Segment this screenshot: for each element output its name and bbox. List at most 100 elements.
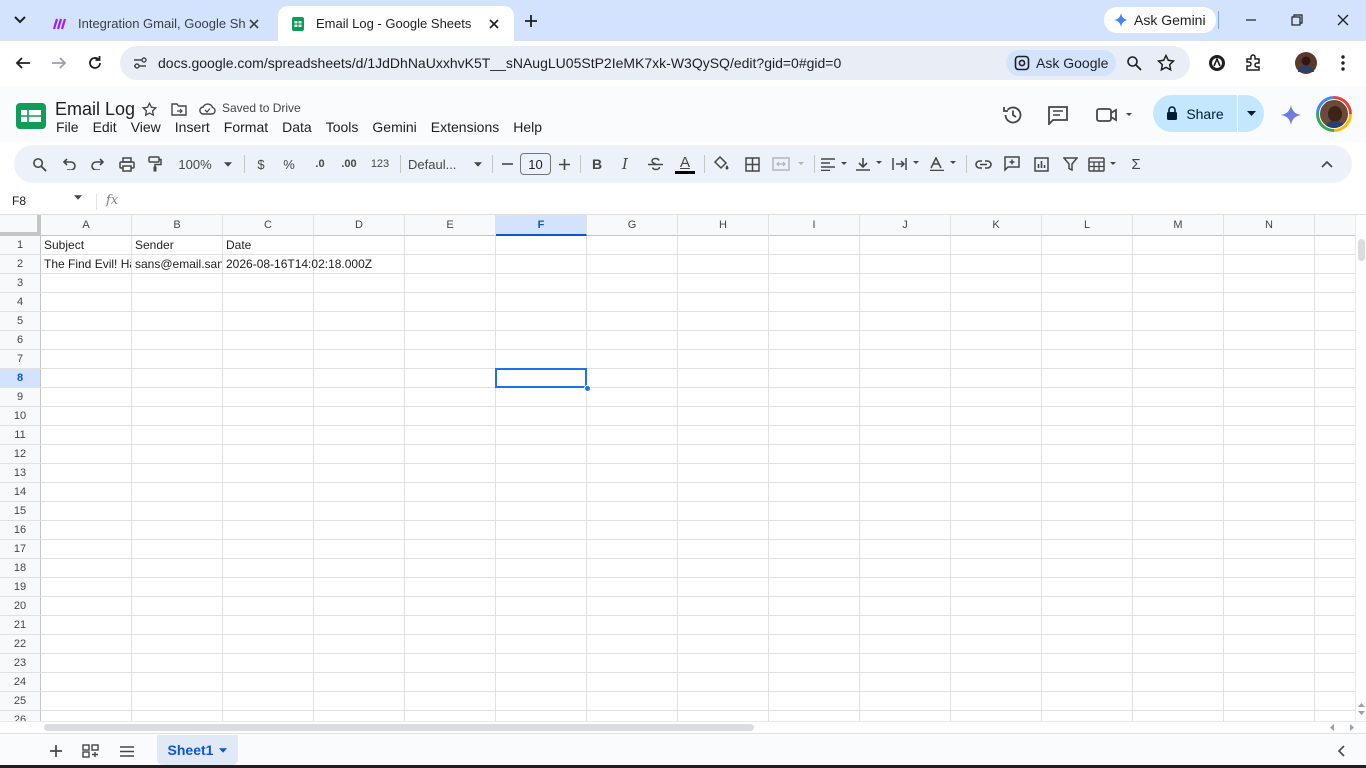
name-box[interactable]: F8: [12, 194, 26, 208]
ask-google-button[interactable]: Ask Google: [1006, 50, 1117, 76]
zoom-select[interactable]: 100%: [174, 153, 236, 175]
row-header-6[interactable]: 6: [0, 331, 41, 350]
formula-input[interactable]: [130, 193, 1330, 211]
forward-icon[interactable]: [47, 51, 71, 75]
italic-button[interactable]: I: [616, 153, 634, 175]
font-size-input[interactable]: 10: [520, 153, 551, 175]
zoom-icon[interactable]: [1123, 52, 1145, 74]
address-bar[interactable]: docs.google.com/spreadsheets/d/1JdDhNaUx…: [120, 46, 1190, 80]
cell-a1[interactable]: Subject: [41, 236, 131, 255]
add-sheet-icon[interactable]: [46, 741, 66, 761]
row-header-23[interactable]: 23: [0, 654, 41, 673]
cell-c2[interactable]: 2026-08-16T14:02:18.000Z: [223, 255, 405, 274]
increase-font-size-icon[interactable]: [555, 153, 573, 175]
column-header-f[interactable]: F: [496, 215, 587, 236]
bookmark-star-icon[interactable]: [1155, 52, 1177, 74]
text-wrapping-icon[interactable]: [891, 153, 923, 175]
column-header-k[interactable]: K: [951, 215, 1042, 236]
row-header-7[interactable]: 7: [0, 350, 41, 369]
url-text[interactable]: docs.google.com/spreadsheets/d/1JdDhNaUx…: [158, 55, 841, 71]
new-tab-button[interactable]: [519, 9, 543, 33]
row-header-20[interactable]: 20: [0, 597, 41, 616]
row-header-12[interactable]: 12: [0, 445, 41, 464]
reload-icon[interactable]: [83, 51, 107, 75]
row-header-13[interactable]: 13: [0, 464, 41, 483]
row-header-18[interactable]: 18: [0, 559, 41, 578]
decrease-font-size-icon[interactable]: [498, 153, 516, 175]
share-dropdown-icon[interactable]: [1239, 95, 1264, 132]
horizontal-align-icon[interactable]: [819, 153, 851, 175]
horizontal-scroll-thumb[interactable]: [44, 724, 754, 731]
menu-tools[interactable]: Tools: [319, 118, 366, 136]
column-header-n[interactable]: N: [1224, 215, 1315, 236]
explore-collapse-icon[interactable]: [1331, 741, 1351, 761]
menu-help[interactable]: Help: [506, 118, 549, 136]
row-header-25[interactable]: 25: [0, 692, 41, 711]
horizontal-scrollbar[interactable]: [0, 721, 1366, 733]
column-header-c[interactable]: C: [223, 215, 314, 236]
row-header-22[interactable]: 22: [0, 635, 41, 654]
row-header-5[interactable]: 5: [0, 312, 41, 331]
menu-gemini[interactable]: Gemini: [365, 118, 423, 136]
menu-data[interactable]: Data: [275, 118, 319, 136]
scroll-arrows-icon[interactable]: [1329, 724, 1355, 731]
more-formats-button[interactable]: 123: [367, 153, 393, 175]
row-header-3[interactable]: 3: [0, 274, 41, 293]
table-view-icon[interactable]: [1087, 153, 1121, 175]
select-all-corner[interactable]: [0, 215, 41, 236]
row-header-19[interactable]: 19: [0, 578, 41, 597]
filter-icon[interactable]: [1059, 153, 1081, 175]
redo-icon[interactable]: [87, 153, 109, 175]
close-window-icon[interactable]: [1331, 8, 1355, 32]
functions-button[interactable]: Σ: [1127, 153, 1145, 175]
browser-menu-icon[interactable]: [1331, 51, 1355, 75]
print-icon[interactable]: [116, 153, 138, 175]
column-header-m[interactable]: M: [1133, 215, 1224, 236]
extension-account-icon[interactable]: [1205, 51, 1229, 75]
column-header-partial[interactable]: [1315, 215, 1355, 236]
close-tab-icon[interactable]: [486, 16, 502, 32]
minimize-icon[interactable]: [1239, 8, 1263, 32]
cell-a2[interactable]: The Find Evil! Ha: [41, 255, 131, 274]
share-button[interactable]: Share: [1153, 95, 1237, 132]
column-header-h[interactable]: H: [678, 215, 769, 236]
insert-comment-icon[interactable]: [1001, 153, 1023, 175]
sheet-tab-sheet1[interactable]: Sheet1: [157, 735, 238, 765]
spreadsheet-grid[interactable]: A B C D E F G H I J K L M N 1 2 3 4 5 6 7 8 9 10 11 12 13 14 15 16 17 1…: [0, 215, 1355, 721]
strikethrough-icon[interactable]: [644, 153, 666, 175]
site-info-icon[interactable]: [130, 53, 150, 73]
percent-format-button[interactable]: %: [280, 153, 298, 175]
tab-search-icon[interactable]: [8, 8, 32, 32]
row-header-10[interactable]: 10: [0, 407, 41, 426]
row-header-17[interactable]: 17: [0, 540, 41, 559]
vertical-scroll-thumb[interactable]: [1358, 239, 1365, 261]
column-header-e[interactable]: E: [405, 215, 496, 236]
row-header-15[interactable]: 15: [0, 502, 41, 521]
row-header-24[interactable]: 24: [0, 673, 41, 692]
row-header-21[interactable]: 21: [0, 616, 41, 635]
back-icon[interactable]: [11, 51, 35, 75]
text-rotation-icon[interactable]: [928, 153, 960, 175]
move-folder-icon[interactable]: [170, 100, 188, 118]
decrease-decimal-button[interactable]: .0: [308, 153, 332, 175]
all-sheets-icon[interactable]: [80, 741, 100, 761]
comments-icon[interactable]: [1045, 102, 1071, 128]
font-family-select[interactable]: Defaul...: [408, 153, 482, 175]
restore-icon[interactable]: [1285, 8, 1309, 32]
star-icon[interactable]: [140, 100, 158, 118]
increase-decimal-button[interactable]: .00: [336, 153, 362, 175]
merge-cells-icon[interactable]: [771, 153, 807, 175]
browser-tab-email-log[interactable]: Email Log - Google Sheets: [278, 6, 514, 41]
column-header-i[interactable]: I: [769, 215, 860, 236]
paint-format-icon[interactable]: [144, 153, 166, 175]
document-title[interactable]: Email Log: [55, 99, 135, 120]
account-avatar[interactable]: [1316, 96, 1352, 132]
row-header-8[interactable]: 8: [0, 369, 41, 388]
menu-format[interactable]: Format: [217, 118, 275, 136]
text-color-button[interactable]: A: [674, 153, 696, 175]
row-header-14[interactable]: 14: [0, 483, 41, 502]
gemini-sidebar-icon[interactable]: [1278, 102, 1304, 128]
column-header-g[interactable]: G: [587, 215, 678, 236]
sheets-logo-icon[interactable]: [16, 103, 46, 129]
name-box-dropdown-icon[interactable]: [74, 195, 82, 200]
